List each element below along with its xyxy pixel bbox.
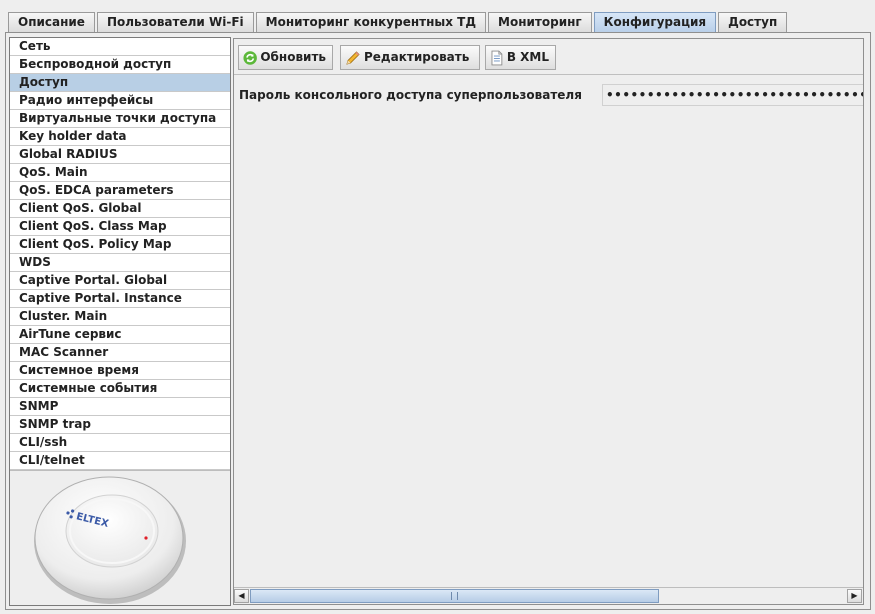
grip-icon bbox=[451, 592, 458, 600]
edit-button-label: Редактировать bbox=[364, 50, 470, 64]
sidebar-item-wireless-access[interactable]: Беспроводной доступ bbox=[10, 56, 230, 74]
sidebar-item-client-qos-global[interactable]: Client QoS. Global bbox=[10, 200, 230, 218]
export-xml-button-label: В XML bbox=[506, 50, 549, 64]
refresh-icon bbox=[243, 50, 257, 65]
scroll-right-arrow-icon[interactable]: ▶ bbox=[847, 589, 862, 603]
sidebar-item-radio-interfaces[interactable]: Радио интерфейсы bbox=[10, 92, 230, 110]
sidebar-item-system-time[interactable]: Системное время bbox=[10, 362, 230, 380]
sidebar-item-snmp-trap[interactable]: SNMP trap bbox=[10, 416, 230, 434]
tab-wifi-users[interactable]: Пользователи Wi-Fi bbox=[96, 12, 254, 32]
sidebar-item-client-qos-policy-map[interactable]: Client QoS. Policy Map bbox=[10, 236, 230, 254]
export-xml-button[interactable]: В XML bbox=[485, 45, 556, 70]
tab-monitoring[interactable]: Мониторинг bbox=[488, 12, 592, 32]
sidebar-item-mac-scanner[interactable]: MAC Scanner bbox=[10, 344, 230, 362]
sidebar-item-client-qos-class-map[interactable]: Client QoS. Class Map bbox=[10, 218, 230, 236]
sidebar-item-network[interactable]: Сеть bbox=[10, 38, 230, 56]
status-led-icon bbox=[144, 536, 148, 540]
config-sidebar: Сеть Беспроводной доступ Доступ Радио ин… bbox=[9, 37, 231, 606]
access-point-device-image: ELTEX bbox=[34, 476, 186, 604]
sidebar-item-global-radius[interactable]: Global RADIUS bbox=[10, 146, 230, 164]
tab-competitor-ap-monitoring[interactable]: Мониторинг конкурентных ТД bbox=[255, 12, 487, 32]
pencil-icon bbox=[346, 50, 360, 65]
superuser-password-field[interactable]: •••••••••••••••••••••••••••••••••••••••• bbox=[602, 84, 863, 106]
refresh-button[interactable]: Обновить bbox=[238, 45, 333, 70]
document-icon bbox=[491, 50, 503, 65]
access-settings-panel: Пароль консольного доступа суперпользова… bbox=[234, 76, 863, 587]
refresh-button-label: Обновить bbox=[260, 50, 326, 64]
sidebar-item-captive-portal-global[interactable]: Captive Portal. Global bbox=[10, 272, 230, 290]
sidebar-item-cli-ssh[interactable]: CLI/ssh bbox=[10, 434, 230, 452]
sidebar-item-airtune[interactable]: AirTune сервис bbox=[10, 326, 230, 344]
tab-configuration[interactable]: Конфигурация bbox=[593, 12, 717, 32]
scroll-left-arrow-icon[interactable]: ◀ bbox=[234, 589, 249, 603]
sidebar-item-key-holder-data[interactable]: Key holder data bbox=[10, 128, 230, 146]
sidebar-item-qos-edca[interactable]: QoS. EDCA parameters bbox=[10, 182, 230, 200]
device-image-area: ELTEX bbox=[10, 470, 230, 605]
tab-access[interactable]: Доступ bbox=[718, 12, 788, 32]
superuser-password-label: Пароль консольного доступа суперпользова… bbox=[239, 88, 582, 102]
sidebar-item-access[interactable]: Доступ bbox=[10, 74, 230, 92]
horizontal-scrollbar[interactable]: ◀ ▶ bbox=[234, 587, 863, 604]
sidebar-item-wds[interactable]: WDS bbox=[10, 254, 230, 272]
scrollbar-thumb[interactable] bbox=[250, 589, 659, 603]
edit-button[interactable]: Редактировать bbox=[340, 45, 480, 70]
toolbar: Обновить Редактировать В XML bbox=[234, 39, 863, 75]
sidebar-item-qos-main[interactable]: QoS. Main bbox=[10, 164, 230, 182]
sidebar-item-system-events[interactable]: Системные события bbox=[10, 380, 230, 398]
sidebar-item-snmp[interactable]: SNMP bbox=[10, 398, 230, 416]
tab-description[interactable]: Описание bbox=[8, 12, 95, 32]
sidebar-item-cli-telnet[interactable]: CLI/telnet bbox=[10, 452, 230, 470]
sidebar-item-virtual-aps[interactable]: Виртуальные точки доступа bbox=[10, 110, 230, 128]
sidebar-item-cluster-main[interactable]: Cluster. Main bbox=[10, 308, 230, 326]
sidebar-item-captive-portal-instance[interactable]: Captive Portal. Instance bbox=[10, 290, 230, 308]
top-tab-bar: Описание Пользователи Wi-Fi Мониторинг к… bbox=[8, 12, 789, 32]
content-panel: Обновить Редактировать В XML Пароль конс… bbox=[233, 38, 864, 605]
